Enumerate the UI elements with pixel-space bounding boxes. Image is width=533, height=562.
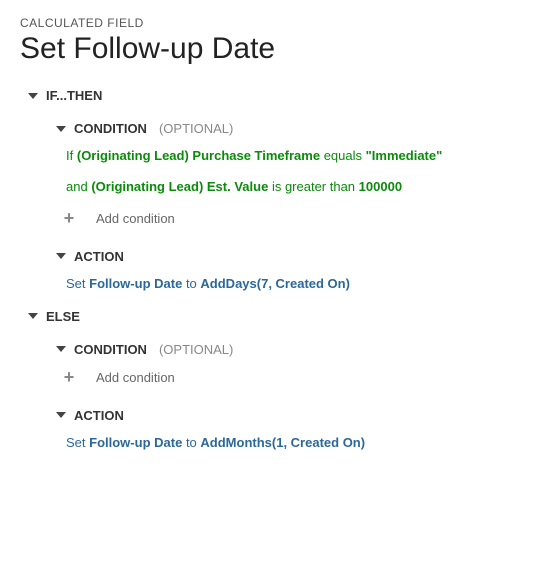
page-title: Set Follow-up Date [20, 32, 513, 66]
ifthen-label: IF...THEN [46, 88, 102, 103]
condition-header[interactable]: CONDITION (OPTIONAL) [52, 338, 513, 361]
else-action-block: ACTION Set Follow-up Date to AddMonths(1… [52, 404, 513, 454]
action-fn: AddMonths(1, Created On) [200, 435, 365, 450]
plus-icon: + [60, 208, 78, 229]
expr-op: is greater than [272, 179, 355, 194]
else-block: ELSE CONDITION (OPTIONAL) + Add conditio… [24, 305, 513, 454]
caret-down-icon [56, 412, 66, 418]
action-header[interactable]: ACTION [52, 245, 513, 268]
condition-header[interactable]: CONDITION (OPTIONAL) [52, 117, 513, 140]
ifthen-action-block: ACTION Set Follow-up Date to AddDays(7, … [52, 245, 513, 295]
action-header[interactable]: ACTION [52, 404, 513, 427]
caret-down-icon [56, 253, 66, 259]
action-field: Follow-up Date [89, 276, 182, 291]
else-header[interactable]: ELSE [24, 305, 513, 328]
action-set: Set [66, 276, 86, 291]
add-condition-label: Add condition [96, 370, 175, 385]
action-to: to [186, 435, 197, 450]
ifthen-block: IF...THEN CONDITION (OPTIONAL) If (Origi… [24, 84, 513, 295]
expr-prefix: and [66, 179, 88, 194]
add-condition-label: Add condition [96, 211, 175, 226]
page-subtitle: CALCULATED FIELD [20, 16, 513, 30]
action-expression[interactable]: Set Follow-up Date to AddMonths(1, Creat… [52, 427, 513, 454]
action-to: to [186, 276, 197, 291]
expr-value: 100000 [359, 179, 402, 194]
condition-label: CONDITION [74, 121, 147, 136]
condition-label: CONDITION [74, 342, 147, 357]
condition-expression-2[interactable]: and (Originating Lead) Est. Value is gre… [52, 171, 513, 202]
add-condition-button[interactable]: + Add condition [52, 202, 513, 235]
expr-op: equals [324, 148, 362, 163]
ifthen-header[interactable]: IF...THEN [24, 84, 513, 107]
action-fn: AddDays(7, Created On) [200, 276, 350, 291]
action-label: ACTION [74, 249, 124, 264]
expr-field: (Originating Lead) Purchase Timeframe [77, 148, 320, 163]
plus-icon: + [60, 367, 78, 388]
caret-down-icon [56, 346, 66, 352]
action-expression[interactable]: Set Follow-up Date to AddDays(7, Created… [52, 268, 513, 295]
expr-prefix: If [66, 148, 73, 163]
optional-label: (OPTIONAL) [159, 121, 233, 136]
caret-down-icon [28, 93, 38, 99]
expr-value: "Immediate" [366, 148, 443, 163]
expr-field: (Originating Lead) Est. Value [91, 179, 268, 194]
condition-expression-1[interactable]: If (Originating Lead) Purchase Timeframe… [52, 140, 513, 171]
ifthen-condition-block: CONDITION (OPTIONAL) If (Originating Lea… [52, 117, 513, 235]
action-label: ACTION [74, 408, 124, 423]
else-condition-block: CONDITION (OPTIONAL) + Add condition [52, 338, 513, 394]
else-label: ELSE [46, 309, 80, 324]
caret-down-icon [28, 313, 38, 319]
add-condition-button[interactable]: + Add condition [52, 361, 513, 394]
action-field: Follow-up Date [89, 435, 182, 450]
caret-down-icon [56, 126, 66, 132]
action-set: Set [66, 435, 86, 450]
optional-label: (OPTIONAL) [159, 342, 233, 357]
